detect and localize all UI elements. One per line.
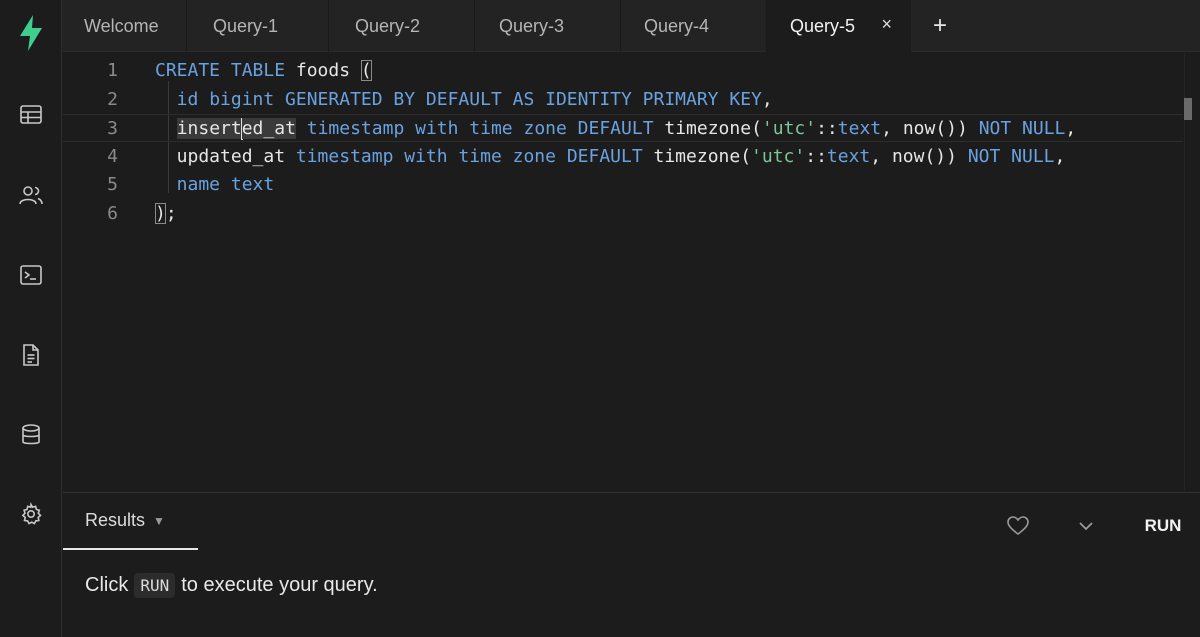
code-line[interactable]: 3 inserted_at timestamp with time zone D…	[63, 114, 1183, 142]
code-token: timezone(	[642, 145, 752, 167]
docs-button[interactable]	[0, 335, 62, 375]
code-text: );	[155, 200, 177, 228]
editor-scrollbar[interactable]	[1184, 53, 1200, 491]
code-token: NOT NULL	[978, 118, 1066, 139]
tab-label: Query-3	[499, 15, 565, 36]
results-panel: Results ▼ RUN Click RUN to execute your …	[63, 492, 1200, 637]
code-text: id bigint GENERATED BY DEFAULT AS IDENTI…	[155, 86, 773, 114]
code-token: text	[826, 145, 871, 167]
code-text: CREATE TABLE foods (	[155, 57, 372, 85]
document-icon	[23, 344, 39, 366]
code-token: insert	[176, 118, 242, 139]
line-number: 6	[107, 202, 118, 224]
code-token: , now())	[870, 145, 968, 167]
sql-editor[interactable]: 1 CREATE TABLE foods (2 id bigint GENERAT…	[63, 53, 1200, 491]
users-icon	[19, 186, 43, 205]
database-icon	[22, 424, 40, 445]
line-number: 3	[107, 118, 118, 139]
results-hint: Click RUN to execute your query.	[85, 573, 378, 598]
code-line[interactable]: 1 CREATE TABLE foods (	[63, 57, 1183, 85]
code-line[interactable]: 5 name text	[63, 171, 1183, 199]
close-tab-icon[interactable]: ×	[881, 14, 892, 35]
tab-welcome[interactable]: Welcome	[62, 0, 187, 52]
heart-icon	[1007, 516, 1029, 536]
database-button[interactable]	[0, 415, 62, 455]
hint-run-badge: RUN	[134, 573, 176, 598]
code-token: ::	[805, 145, 827, 167]
new-tab-button[interactable]: +	[924, 10, 956, 42]
query-tab-bar: Welcome Query-1 Query-2 Query-3 Query-4 …	[62, 0, 1200, 52]
table-editor-button[interactable]	[0, 95, 62, 135]
code-token: (	[360, 60, 372, 81]
sql-editor-button[interactable]	[0, 255, 62, 295]
hint-text-after: to execute your query.	[181, 574, 378, 596]
line-number: 1	[107, 60, 118, 81]
line-number: 5	[107, 174, 118, 195]
tab-query-4[interactable]: Query-4	[621, 0, 767, 52]
results-tab-label: Results	[85, 510, 146, 530]
tab-label: Query-1	[213, 15, 279, 36]
line-number: 4	[107, 145, 118, 167]
code-line[interactable]: 2 id bigint GENERATED BY DEFAULT AS IDEN…	[63, 86, 1183, 114]
sidebar	[0, 0, 62, 637]
code-token: text	[837, 118, 882, 139]
scrollbar-thumb[interactable]	[1184, 98, 1192, 120]
code-token: ,	[1065, 118, 1077, 139]
code-token: foods	[285, 60, 361, 81]
tab-label: Query-4	[644, 15, 710, 36]
line-number: 2	[107, 88, 118, 110]
code-token: CREATE TABLE	[155, 60, 286, 81]
code-token: text	[230, 174, 275, 195]
expand-results-button[interactable]	[1071, 511, 1101, 541]
code-token: timestamp with time zone	[295, 118, 578, 139]
code-token: ,	[1054, 145, 1066, 167]
tab-label: Welcome	[84, 15, 159, 36]
chevron-down-icon	[1079, 522, 1093, 531]
results-tab[interactable]: Results ▼	[63, 493, 198, 550]
code-text: updated_at timestamp with time zone DEFA…	[155, 143, 1066, 171]
logo-icon[interactable]	[0, 13, 62, 53]
code-token: NOT NULL	[967, 145, 1055, 167]
code-token: timezone(	[653, 118, 762, 139]
tab-query-3[interactable]: Query-3	[475, 0, 621, 52]
table-icon	[20, 105, 42, 124]
code-token: ;	[165, 202, 177, 224]
code-token: bigint GENERATED BY DEFAULT AS IDENTITY …	[209, 88, 762, 110]
code-token: DEFAULT	[577, 118, 654, 139]
code-token: timestamp with time zone	[285, 145, 567, 167]
favorite-button[interactable]	[1003, 511, 1033, 541]
code-token: ::	[816, 118, 838, 139]
auth-button[interactable]	[0, 175, 62, 215]
chevron-down-icon: ▼	[153, 513, 165, 528]
code-token: , now())	[881, 118, 979, 139]
code-line[interactable]: 6);	[63, 200, 1183, 228]
terminal-icon	[20, 265, 42, 285]
tab-query-1[interactable]: Query-1	[187, 0, 329, 52]
tab-query-5[interactable]: Query-5 ×	[767, 0, 911, 52]
tab-query-2[interactable]: Query-2	[329, 0, 475, 52]
code-token: )	[155, 202, 166, 224]
code-token: DEFAULT	[566, 145, 643, 167]
code-text: name text	[155, 171, 275, 199]
code-token: name	[155, 174, 231, 195]
code-token: updated_at	[155, 145, 286, 167]
code-token: id	[155, 88, 210, 110]
gear-icon	[21, 502, 42, 525]
tab-label: Query-2	[355, 15, 421, 36]
code-token: ,	[761, 88, 773, 110]
code-text: inserted_at timestamp with time zone DEF…	[155, 115, 1076, 143]
tab-label: Query-5	[790, 15, 856, 36]
code-token: ed_at	[241, 118, 296, 139]
code-token: 'utc'	[761, 118, 817, 139]
run-button[interactable]: RUN	[1133, 511, 1193, 541]
code-line[interactable]: 4 updated_at timestamp with time zone DE…	[63, 143, 1183, 171]
settings-button[interactable]	[0, 494, 62, 534]
code-token: 'utc'	[751, 145, 806, 167]
hint-text-before: Click	[85, 574, 129, 596]
